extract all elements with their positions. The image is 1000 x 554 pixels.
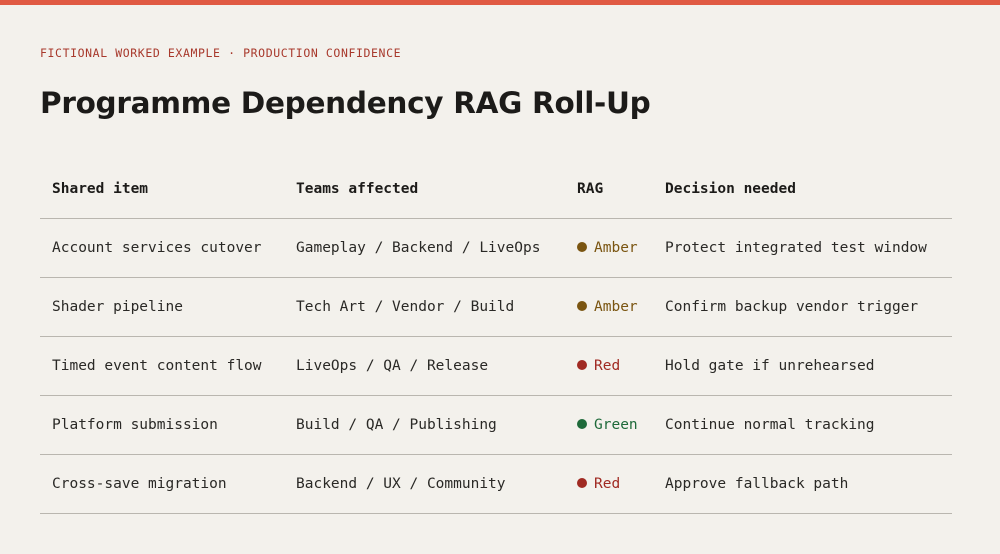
page-title: Programme Dependency RAG Roll-Up bbox=[40, 86, 651, 120]
status-dot-icon bbox=[577, 241, 587, 252]
cell-rag: Amber bbox=[565, 218, 653, 278]
cell-teams-affected: Gameplay / Backend / LiveOps bbox=[284, 218, 565, 278]
cell-shared-item: Timed event content flow bbox=[40, 336, 284, 396]
table-header-row: Shared item Teams affected RAG Decision … bbox=[40, 160, 952, 219]
table-row: Cross-save migration Backend / UX / Comm… bbox=[40, 454, 952, 514]
column-header-rag: RAG bbox=[565, 160, 653, 219]
rag-status-label: Amber bbox=[594, 298, 638, 315]
cell-shared-item: Shader pipeline bbox=[40, 277, 284, 337]
table-row: Account services cutover Gameplay / Back… bbox=[40, 218, 952, 278]
cell-teams-affected: Tech Art / Vendor / Build bbox=[284, 277, 565, 337]
column-header-shared-item: Shared item bbox=[40, 160, 284, 219]
cell-rag: Red bbox=[565, 336, 653, 396]
rag-status-label: Red bbox=[594, 357, 621, 374]
cell-decision-needed: Protect integrated test window bbox=[653, 218, 952, 278]
column-header-teams-affected: Teams affected bbox=[284, 160, 565, 219]
cell-shared-item: Platform submission bbox=[40, 395, 284, 455]
table-row: Timed event content flow LiveOps / QA / … bbox=[40, 336, 952, 396]
cell-teams-affected: LiveOps / QA / Release bbox=[284, 336, 565, 396]
cell-decision-needed: Confirm backup vendor trigger bbox=[653, 277, 952, 337]
cell-teams-affected: Backend / UX / Community bbox=[284, 454, 565, 514]
cell-decision-needed: Approve fallback path bbox=[653, 454, 952, 514]
cell-shared-item: Cross-save migration bbox=[40, 454, 284, 514]
rag-status-label: Amber bbox=[594, 239, 638, 256]
status-dot-icon bbox=[577, 418, 587, 429]
rag-status-label: Green bbox=[594, 416, 638, 433]
eyebrow-label: FICTIONAL WORKED EXAMPLE · PRODUCTION CO… bbox=[40, 46, 402, 60]
cell-rag: Red bbox=[565, 454, 653, 514]
status-dot-icon bbox=[577, 300, 587, 311]
accent-bar bbox=[0, 0, 1000, 5]
cell-rag: Amber bbox=[565, 277, 653, 337]
cell-decision-needed: Continue normal tracking bbox=[653, 395, 952, 455]
column-header-decision-needed: Decision needed bbox=[653, 160, 952, 219]
table-row: Platform submission Build / QA / Publish… bbox=[40, 395, 952, 455]
rag-table: Shared item Teams affected RAG Decision … bbox=[40, 160, 952, 514]
status-dot-icon bbox=[577, 359, 587, 370]
rag-status-label: Red bbox=[594, 475, 621, 492]
status-dot-icon bbox=[577, 477, 587, 488]
cell-decision-needed: Hold gate if unrehearsed bbox=[653, 336, 952, 396]
cell-teams-affected: Build / QA / Publishing bbox=[284, 395, 565, 455]
cell-rag: Green bbox=[565, 395, 653, 455]
table-row: Shader pipeline Tech Art / Vendor / Buil… bbox=[40, 277, 952, 337]
cell-shared-item: Account services cutover bbox=[40, 218, 284, 278]
